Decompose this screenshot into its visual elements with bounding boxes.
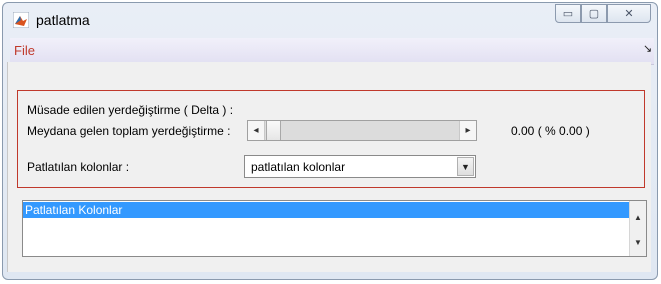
- maximize-icon: ▢: [588, 8, 600, 20]
- scroll-up-icon[interactable]: ▲: [630, 209, 646, 225]
- displacement-slider[interactable]: ◂ ▸: [247, 120, 477, 141]
- columns-dropdown-value: patlatılan kolonlar: [251, 160, 346, 174]
- slider-right-arrow-icon[interactable]: ▸: [459, 121, 476, 140]
- columns-label: Patlatılan kolonlar :: [27, 160, 130, 174]
- columns-listbox[interactable]: Patlatılan Kolonlar ▲ ▼: [22, 200, 647, 257]
- menu-overflow-icon[interactable]: ↘: [643, 42, 652, 55]
- total-displacement-label: Meydana gelen toplam yerdeğiştirme :: [27, 124, 231, 138]
- menu-file[interactable]: File: [14, 43, 35, 58]
- scroll-down-icon[interactable]: ▼: [630, 234, 646, 250]
- slider-left-arrow-icon[interactable]: ◂: [248, 121, 265, 140]
- listbox-scrollbar[interactable]: ▲ ▼: [629, 201, 646, 256]
- slider-thumb[interactable]: [266, 121, 281, 140]
- window-title: patlatma: [36, 12, 90, 28]
- displacement-value: 0.00 ( % 0.00 ): [511, 124, 590, 138]
- minimize-icon: ▭: [562, 8, 574, 20]
- window-controls: ▭ ▢ ✕: [555, 4, 651, 24]
- close-icon: ✕: [624, 8, 634, 20]
- minimize-button[interactable]: ▭: [555, 4, 581, 23]
- maximize-button[interactable]: ▢: [581, 4, 607, 23]
- columns-dropdown[interactable]: patlatılan kolonlar ▼: [244, 155, 476, 178]
- close-button[interactable]: ✕: [607, 4, 651, 23]
- chevron-down-icon[interactable]: ▼: [457, 157, 474, 176]
- matlab-icon: [13, 12, 29, 28]
- list-item[interactable]: Patlatılan Kolonlar: [23, 202, 629, 218]
- title-bar[interactable]: patlatma ▭ ▢ ✕: [3, 3, 657, 37]
- delta-label: Müsade edilen yerdeğiştirme ( Delta ) :: [27, 103, 234, 117]
- menu-bar: [10, 38, 654, 65]
